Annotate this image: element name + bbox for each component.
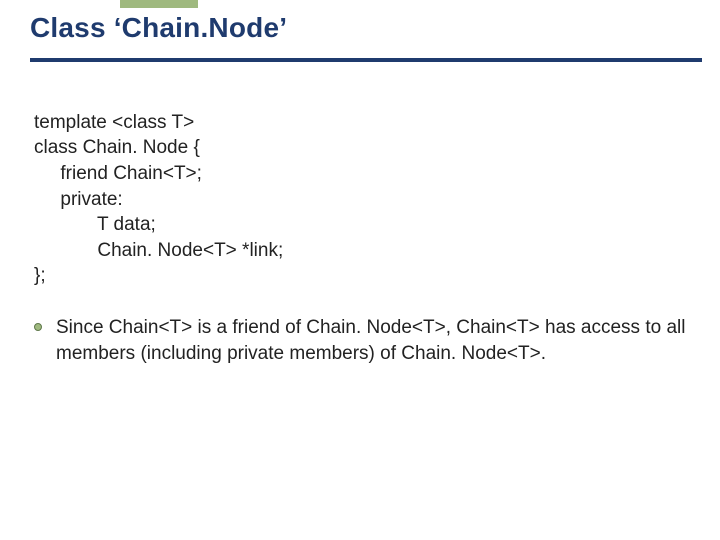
bullet-text: Since Chain<T> is a friend of Chain. Nod… (56, 315, 686, 366)
code-line: template <class T> (34, 112, 194, 133)
code-line: T data; (34, 214, 156, 235)
code-line: }; (34, 265, 46, 286)
title-underline (30, 58, 702, 62)
bullet-icon (34, 323, 42, 331)
slide-header: Class ‘Chain.Node’ (0, 0, 720, 74)
code-line: class Chain. Node { (34, 137, 200, 158)
bullet-item: Since Chain<T> is a friend of Chain. Nod… (34, 315, 686, 366)
slide-body: template <class T> class Chain. Node { f… (0, 74, 720, 366)
accent-strip (120, 0, 198, 8)
slide-title: Class ‘Chain.Node’ (30, 12, 720, 44)
code-line: private: (34, 189, 123, 210)
code-block: template <class T> class Chain. Node { f… (34, 84, 686, 289)
code-line: Chain. Node<T> *link; (34, 240, 283, 261)
code-line: friend Chain<T>; (34, 163, 202, 184)
